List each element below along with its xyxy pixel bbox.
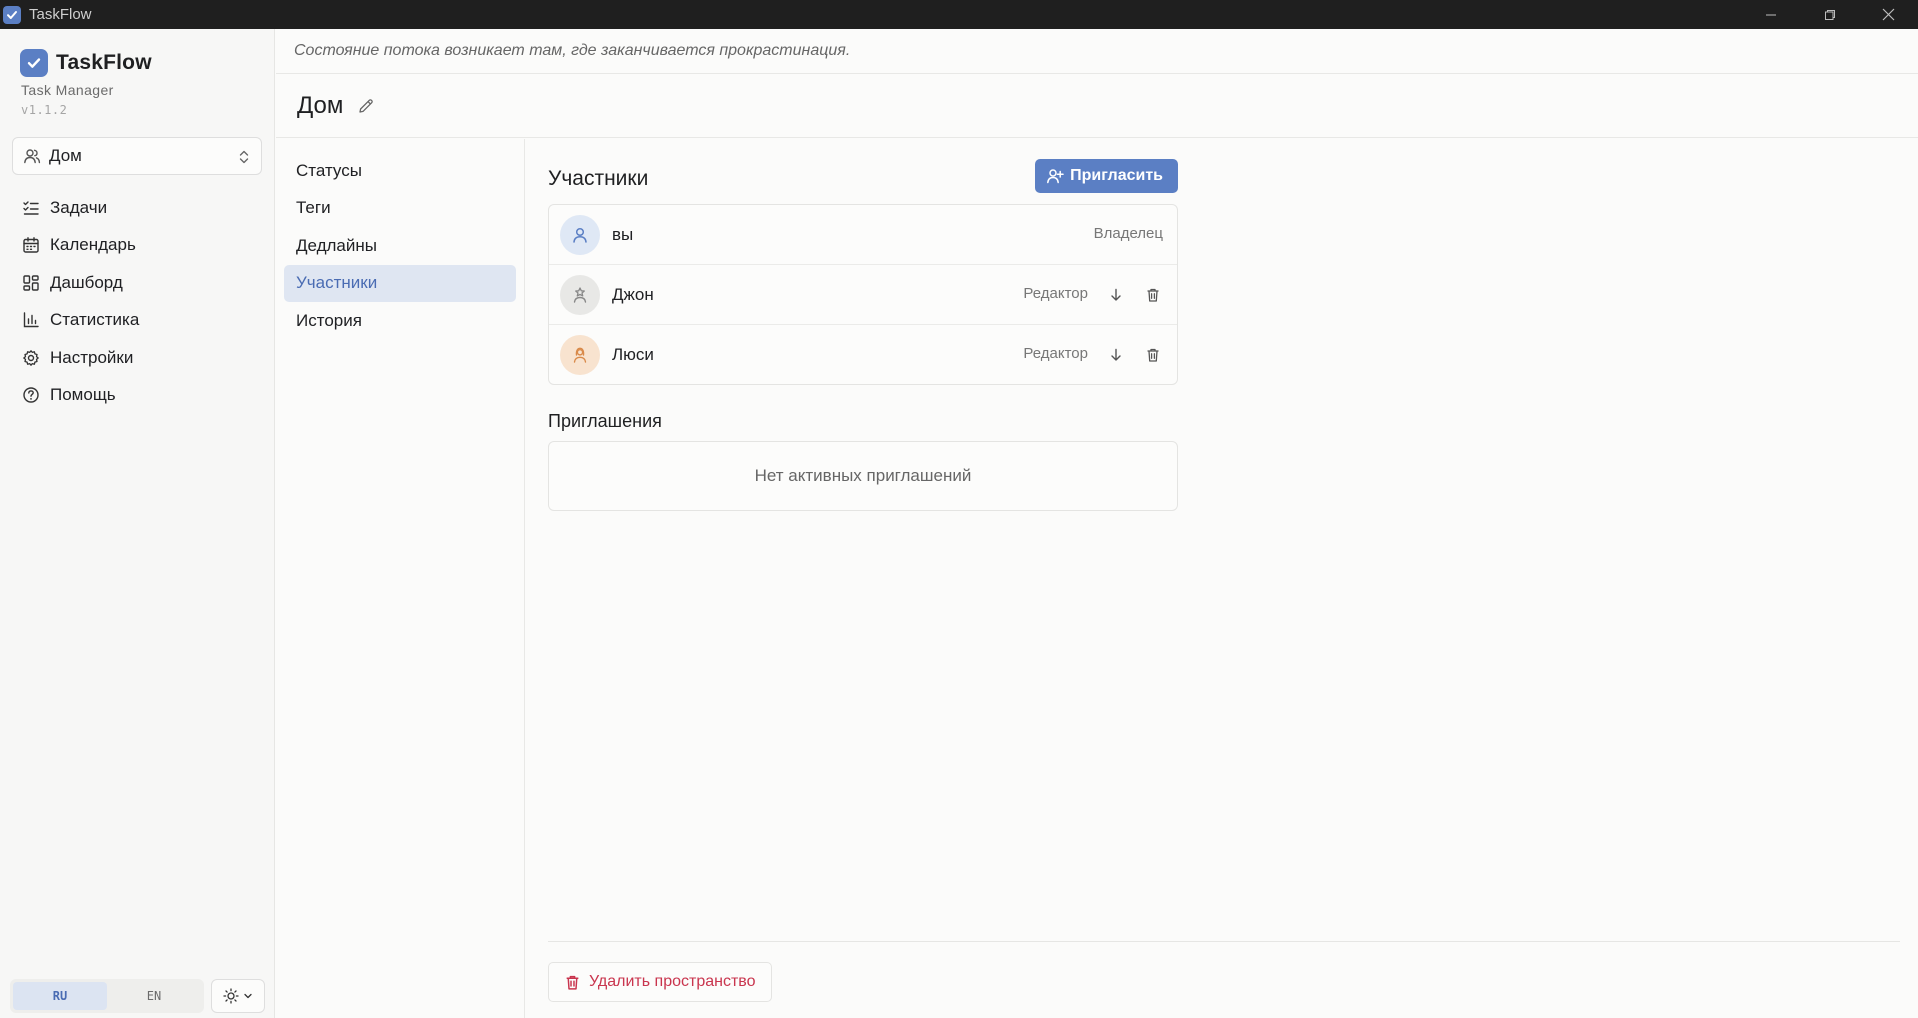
invite-button[interactable]: Пригласить: [1035, 159, 1178, 193]
lang-ru-button[interactable]: RU: [13, 982, 107, 1010]
chevron-down-icon: [244, 993, 252, 999]
close-icon: [1882, 8, 1895, 21]
members-title: Участники: [548, 167, 649, 190]
avatar: [560, 335, 600, 375]
sidebar: TaskFlow Task Manager v1.1.2 Дом Задачи: [0, 29, 275, 1018]
invitations-title: Приглашения: [548, 411, 662, 431]
user-plus-icon: [1047, 169, 1064, 184]
user-icon: [573, 227, 587, 243]
nav-item-dashboard[interactable]: Дашборд: [12, 264, 262, 302]
member-row: вы Владелец: [549, 205, 1177, 265]
brand-subtitle: Task Manager: [21, 82, 114, 98]
arrow-down-icon: [1111, 288, 1121, 301]
subnav-item-tags[interactable]: Теги: [284, 190, 516, 228]
remove-member-button[interactable]: [1144, 286, 1162, 304]
members-list: вы Владелец Джон Редактор Люси Редактор: [548, 204, 1178, 385]
nav-item-tasks[interactable]: Задачи: [12, 189, 262, 227]
space-selector[interactable]: Дом: [12, 137, 262, 175]
delete-space-label: Удалить пространство: [589, 973, 756, 990]
nav-item-help[interactable]: Помощь: [12, 377, 262, 415]
trash-icon: [566, 975, 579, 990]
member-name: вы: [612, 224, 634, 244]
nav-item-calendar[interactable]: Календарь: [12, 227, 262, 265]
user-female-icon: [573, 347, 587, 363]
user-star-icon: [573, 286, 587, 303]
member-role-selector[interactable]: Редактор: [1023, 345, 1088, 362]
members-header: Участники Пригласить: [548, 159, 1178, 195]
dashboard-grid-icon: [23, 275, 39, 291]
avatar: [560, 214, 600, 255]
member-role: Владелец: [1093, 225, 1163, 242]
remove-member-button[interactable]: [1144, 346, 1162, 364]
gear-icon: [23, 349, 39, 366]
subnav-item-statuses[interactable]: Статусы: [284, 152, 516, 190]
window-title: TaskFlow: [29, 6, 92, 23]
member-row: Люси Редактор: [549, 325, 1177, 384]
invitations-empty-state: Нет активных приглашений: [548, 441, 1178, 511]
delete-space-button[interactable]: Удалить пространство: [548, 962, 772, 1002]
help-circle-icon: [23, 387, 39, 403]
app-check-icon: [3, 5, 21, 24]
bar-chart-icon: [23, 312, 39, 328]
lang-en-button[interactable]: EN: [107, 982, 201, 1010]
avatar: [560, 274, 600, 315]
page-header: Дом: [276, 74, 1918, 138]
nav-item-label: Задачи: [50, 197, 108, 217]
nav-item-settings[interactable]: Настройки: [12, 339, 262, 377]
nav-item-label: Помощь: [50, 385, 116, 405]
subnav-item-members[interactable]: Участники: [284, 264, 516, 302]
nav-item-statistics[interactable]: Статистика: [12, 302, 262, 340]
demote-member-button[interactable]: [1107, 286, 1125, 304]
tasks-list-icon: [23, 201, 39, 215]
chevron-up-down-icon: [239, 150, 249, 164]
users-icon: [24, 149, 41, 164]
motivational-quote: Состояние потока возникает там, где зака…: [294, 42, 851, 59]
nav-item-label: Календарь: [50, 235, 136, 255]
invite-button-label: Пригласить: [1070, 167, 1163, 184]
minimize-icon: [1765, 14, 1776, 15]
sun-icon: [223, 988, 239, 1004]
demote-member-button[interactable]: [1107, 346, 1125, 364]
brand-check-icon: [20, 49, 48, 77]
member-name: Люси: [612, 345, 654, 364]
main-nav: Задачи Календарь Дашборд Статистика Наст…: [12, 189, 262, 414]
restore-button[interactable]: [1800, 0, 1859, 29]
settings-subnav: Статусы Теги Дедлайны Участники История: [276, 139, 525, 1018]
pencil-icon: [359, 98, 374, 113]
space-selector-value: Дом: [49, 146, 82, 165]
window-titlebar: TaskFlow: [0, 0, 1918, 29]
divider: [548, 941, 1900, 942]
member-role-selector[interactable]: Редактор: [1023, 285, 1088, 302]
subnav-item-history[interactable]: История: [284, 302, 516, 340]
quote-bar: Состояние потока возникает там, где зака…: [276, 29, 1918, 74]
trash-icon: [1147, 288, 1159, 302]
member-row: Джон Редактор: [549, 265, 1177, 325]
edit-title-button[interactable]: [357, 97, 375, 115]
brand-name: TaskFlow: [56, 51, 152, 74]
nav-item-label: Дашборд: [50, 272, 123, 292]
subnav-item-deadlines[interactable]: Дедлайны: [284, 227, 516, 265]
language-switcher: RU EN: [10, 979, 204, 1013]
app-version: v1.1.2: [21, 103, 68, 117]
page-title: Дом: [297, 91, 344, 119]
close-window-button[interactable]: [1859, 0, 1918, 29]
nav-item-label: Статистика: [50, 310, 140, 330]
minimize-button[interactable]: [1741, 0, 1800, 29]
nav-item-label: Настройки: [50, 347, 134, 367]
member-name: Джон: [612, 284, 654, 304]
theme-toggle-button[interactable]: [211, 979, 265, 1013]
restore-icon: [1824, 9, 1835, 20]
trash-icon: [1147, 348, 1159, 362]
arrow-down-icon: [1111, 348, 1121, 361]
calendar-icon: [23, 237, 39, 253]
brand: TaskFlow: [20, 49, 152, 77]
